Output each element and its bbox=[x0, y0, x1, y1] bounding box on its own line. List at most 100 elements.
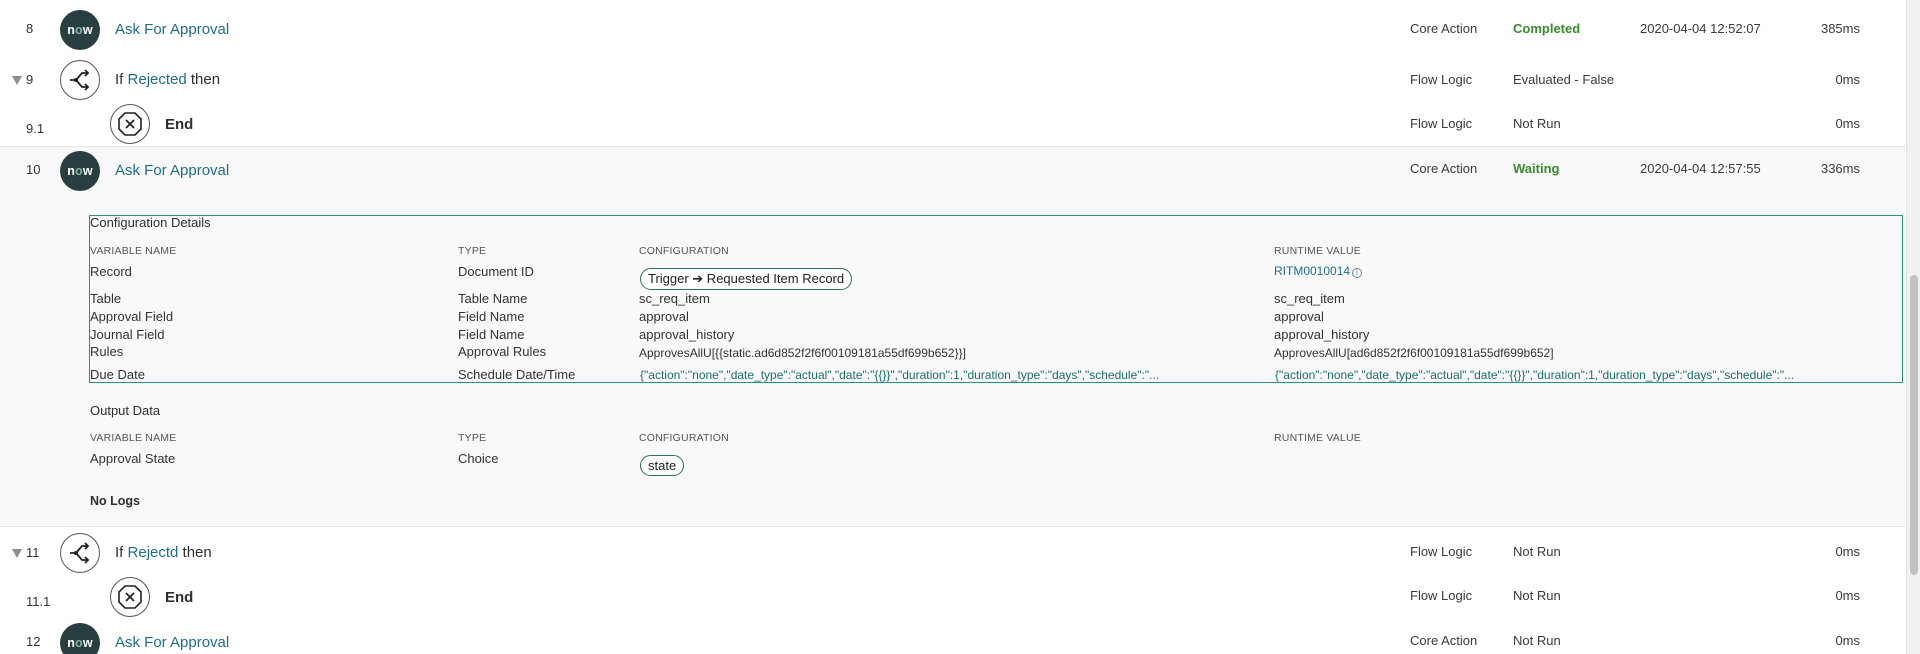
step-condition-title[interactable]: If Rejectd then bbox=[115, 544, 212, 561]
step-title-link[interactable]: Ask For Approval bbox=[115, 634, 229, 651]
collapse-triangle-icon[interactable] bbox=[12, 76, 22, 85]
configuration-value: sc_req_item bbox=[639, 291, 710, 306]
runtime-value-link[interactable]: RITM0010014 i bbox=[1274, 264, 1363, 278]
step-type: Flow Logic bbox=[1410, 116, 1473, 131]
condition-prefix: If bbox=[115, 544, 124, 561]
step-row-11-1[interactable]: 11.1 End Flow Logic Not Run 0ms bbox=[0, 577, 1905, 617]
step-type: Core Action bbox=[1410, 633, 1478, 648]
step-row-11[interactable]: 11 If Rejectd then Flow Logic Not Run 0m… bbox=[0, 533, 1905, 573]
variable-name: Record bbox=[90, 264, 132, 279]
scrollbar-thumb[interactable] bbox=[1910, 275, 1918, 575]
branch-fork-icon bbox=[60, 60, 100, 100]
step-row-10[interactable]: 10 now Ask For Approval Core Action Wait… bbox=[0, 151, 1905, 191]
step-row-9-1[interactable]: 9.1 End Flow Logic Not Run 0ms bbox=[0, 104, 1905, 144]
runtime-value: approval bbox=[1274, 309, 1324, 324]
info-icon[interactable]: i bbox=[1352, 268, 1363, 278]
step-number: 12 bbox=[26, 634, 41, 649]
step-number: 9.1 bbox=[26, 121, 45, 136]
servicenow-logo-icon: now bbox=[60, 151, 100, 191]
configuration-details-title: Configuration Details bbox=[90, 215, 211, 230]
end-stop-icon bbox=[110, 104, 150, 144]
configuration-value: ApprovesAllU[{{static.ad6d852f2f6f001091… bbox=[639, 346, 966, 360]
servicenow-logo-icon: now bbox=[60, 10, 100, 50]
collapse-triangle-icon[interactable] bbox=[12, 549, 22, 558]
runtime-value: ApprovesAllU[ad6d852f2f6f00109181a55df69… bbox=[1274, 346, 1554, 360]
step-number: 11.1 bbox=[26, 594, 51, 609]
condition-keyword[interactable]: Rejected bbox=[128, 71, 187, 88]
servicenow-logo-icon: now bbox=[60, 623, 100, 654]
condition-suffix: then bbox=[182, 544, 212, 561]
step-status: Not Run bbox=[1513, 116, 1561, 131]
step-status: Not Run bbox=[1513, 633, 1561, 648]
step-row-9[interactable]: 9 If Rejected then Flow Logic Evaluated … bbox=[0, 60, 1905, 100]
step-number: 11 bbox=[26, 545, 40, 560]
end-stop-icon bbox=[110, 577, 150, 617]
condition-prefix: If bbox=[115, 71, 124, 88]
step-type: Core Action bbox=[1410, 161, 1478, 176]
variable-type: Field Name bbox=[458, 309, 525, 324]
condition-suffix: then bbox=[190, 71, 221, 88]
runtime-value: sc_req_item bbox=[1274, 291, 1345, 306]
step-row-8[interactable]: 8 now Ask For Approval Core Action Compl… bbox=[0, 10, 1905, 50]
variable-type: Choice bbox=[458, 451, 499, 466]
step-status: Not Run bbox=[1513, 588, 1561, 603]
column-header-type: TYPE bbox=[458, 432, 487, 444]
runtime-value: {"action":"none","date_type":"actual","d… bbox=[1275, 368, 1795, 382]
runtime-value: approval_history bbox=[1274, 327, 1370, 342]
step-title-link[interactable]: Ask For Approval bbox=[115, 162, 229, 179]
step-type: Flow Logic bbox=[1410, 544, 1473, 559]
step-duration: 0ms bbox=[1835, 633, 1860, 648]
vertical-scrollbar[interactable] bbox=[1906, 0, 1920, 654]
variable-type: Field Name bbox=[458, 327, 525, 342]
step-duration: 0ms bbox=[1835, 116, 1860, 131]
step-title: End bbox=[165, 116, 194, 133]
output-data-title: Output Data bbox=[90, 403, 161, 418]
column-header-configuration: CONFIGURATION bbox=[639, 432, 729, 444]
variable-name: Table bbox=[90, 291, 122, 306]
step-duration: 336ms bbox=[1820, 161, 1860, 176]
variable-name: Due Date bbox=[90, 367, 145, 382]
data-pill-state[interactable]: state bbox=[640, 455, 685, 476]
step-type: Flow Logic bbox=[1410, 72, 1473, 87]
step-duration: 0ms bbox=[1835, 588, 1860, 603]
variable-name: Rules bbox=[90, 344, 124, 359]
branch-fork-icon bbox=[60, 533, 100, 573]
step-status: Not Run bbox=[1513, 544, 1561, 559]
variable-type: Schedule Date/Time bbox=[458, 367, 576, 382]
step-type: Core Action bbox=[1410, 21, 1478, 36]
configuration-details-box bbox=[89, 215, 1903, 383]
configuration-value: {"action":"none","date_type":"actual","d… bbox=[640, 368, 1160, 382]
logs-label: No Logs bbox=[90, 494, 140, 508]
column-header-variable-name: VARIABLE NAME bbox=[90, 245, 177, 257]
step-duration: 0ms bbox=[1835, 544, 1860, 559]
step-duration: 0ms bbox=[1835, 72, 1860, 87]
variable-name: Approval Field bbox=[90, 309, 174, 324]
step-title-link[interactable]: Ask For Approval bbox=[115, 21, 229, 38]
column-header-configuration: CONFIGURATION bbox=[639, 245, 729, 257]
variable-type: Approval Rules bbox=[458, 344, 547, 359]
column-header-variable-name: VARIABLE NAME bbox=[90, 432, 177, 444]
step-number: 10 bbox=[26, 162, 41, 177]
step-start-time: 2020-04-04 12:52:07 bbox=[1640, 21, 1761, 36]
variable-type: Table Name bbox=[458, 291, 528, 306]
data-pill-trigger-record[interactable]: Trigger ➔ Requested Item Record bbox=[640, 268, 853, 290]
step-number: 8 bbox=[26, 21, 34, 36]
configuration-value: approval_history bbox=[639, 327, 735, 342]
step-status: Evaluated - False bbox=[1513, 72, 1615, 87]
step-condition-title[interactable]: If Rejected then bbox=[115, 71, 220, 88]
flow-execution-details: 8 now Ask For Approval Core Action Compl… bbox=[0, 0, 1905, 654]
step-type: Flow Logic bbox=[1410, 588, 1473, 603]
step-row-12[interactable]: 12 now Ask For Approval Core Action Not … bbox=[0, 623, 1905, 654]
column-header-type: TYPE bbox=[458, 245, 487, 257]
step-number: 9 bbox=[26, 72, 34, 87]
variable-name: Journal Field bbox=[90, 327, 165, 342]
condition-keyword[interactable]: Rejectd bbox=[128, 544, 179, 561]
variable-type: Document ID bbox=[458, 264, 534, 279]
column-header-runtime-value: RUNTIME VALUE bbox=[1274, 245, 1361, 257]
step-status: Waiting bbox=[1513, 161, 1560, 176]
step-start-time: 2020-04-04 12:57:55 bbox=[1640, 161, 1761, 176]
step-duration: 385ms bbox=[1820, 21, 1860, 36]
variable-name: Approval State bbox=[90, 451, 176, 466]
step-title: End bbox=[165, 589, 194, 606]
column-header-runtime-value: RUNTIME VALUE bbox=[1274, 432, 1361, 444]
